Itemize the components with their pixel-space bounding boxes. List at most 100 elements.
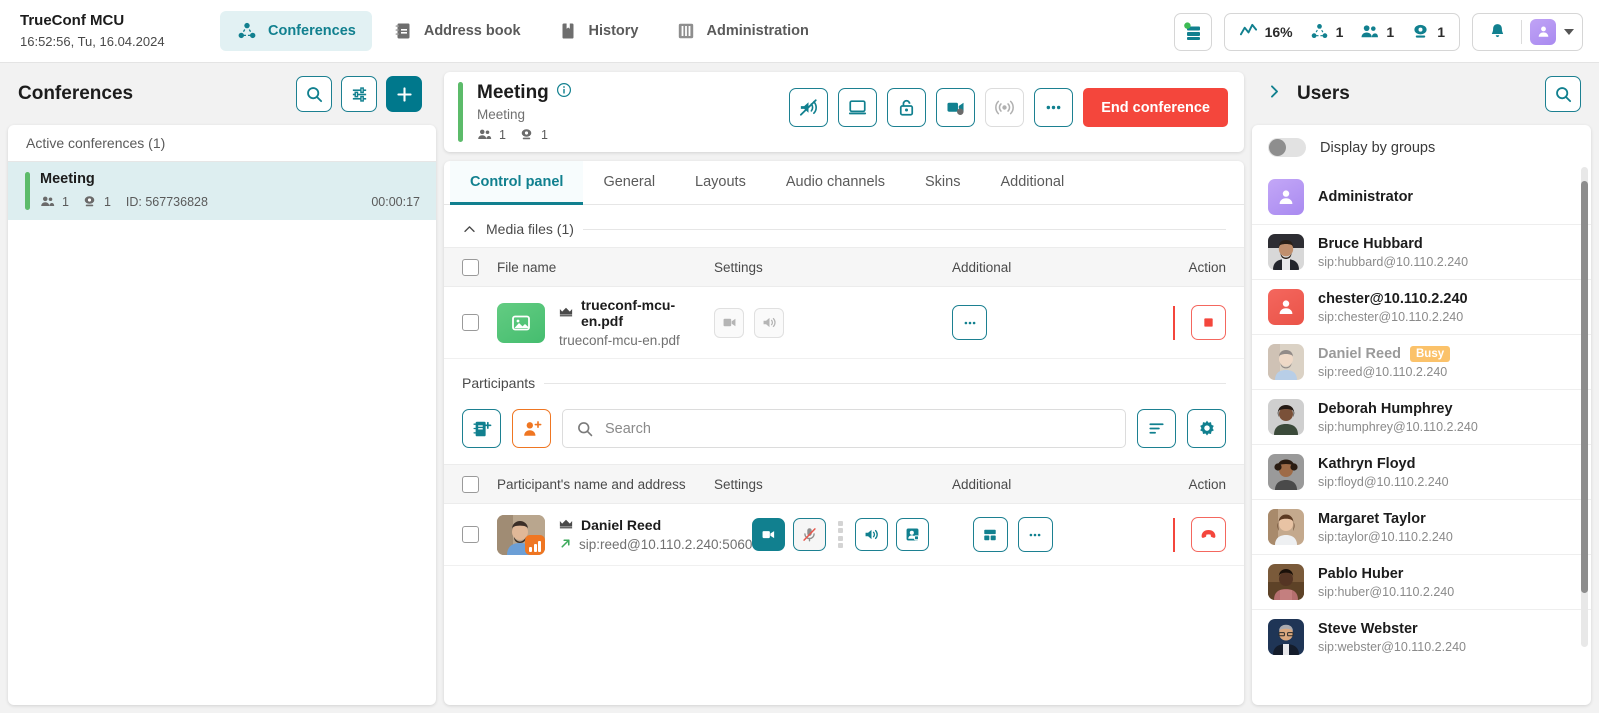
participant-hangup-button[interactable] [1190,517,1226,552]
active-conferences-list: Active conferences (1) Meeting 1 1 ID: 5… [8,125,436,705]
drag-handle[interactable] [838,520,844,549]
media-select-all-checkbox[interactable] [462,258,479,276]
participant-row[interactable]: Daniel Reed sip:reed@10.110.2.240:5060 [444,504,1244,566]
participants-settings-button[interactable] [1187,409,1226,448]
stat-video[interactable]: 1 [1411,22,1445,41]
divider [544,382,1226,384]
participant-row-checkbox[interactable] [462,526,479,543]
user-name: Steve Webster [1318,620,1418,637]
list-item[interactable]: Daniel Reed Busy sip:reed@10.110.2.240 [1252,334,1591,389]
media-file-name: trueconf-mcu-en.pdf [581,297,676,329]
users-scrollbar[interactable] [1581,167,1588,647]
participants-section-header: Participants [444,359,1244,401]
tab-general[interactable]: General [583,161,675,205]
media-file-row[interactable]: trueconf-mcu-en.pdf trueconf-mcu-en.pdf [444,287,1244,359]
info-icon[interactable] [556,82,572,104]
tab-audio-channels[interactable]: Audio channels [766,161,905,205]
collapse-panel-icon[interactable] [1266,83,1283,105]
participant-address: sip:reed@10.110.2.240:5060 [579,537,753,552]
lock-icon[interactable] [887,88,927,127]
tab-skins[interactable]: Skins [905,161,980,205]
participants-col-action: Action [1188,476,1226,492]
conferences-search-button[interactable] [296,76,332,112]
media-files-section-header[interactable]: Media files (1) [444,205,1244,247]
sort-participants-button[interactable] [1137,409,1176,448]
tab-additional[interactable]: Additional [980,161,1084,205]
display-by-groups-row[interactable]: Display by groups [1252,125,1591,170]
conference-item-name: Meeting [40,171,95,187]
media-action-cell [1152,305,1226,340]
more-icon[interactable] [1034,88,1074,127]
participant-video-icon[interactable] [752,518,786,551]
media-col-additional: Additional [952,259,1012,275]
list-item[interactable]: Bruce Hubbard sip:hubbard@10.110.2.240 [1252,224,1591,279]
nav-item-history[interactable]: History [541,11,655,51]
media-row-checkbox[interactable] [462,314,479,331]
media-audio-toggle-icon[interactable] [754,307,784,338]
end-conference-button[interactable]: End conference [1083,88,1228,127]
nav-item-address-book[interactable]: Address book [376,11,537,51]
nav-item-administration[interactable]: Administration [659,11,825,51]
broadcast-icon[interactable] [985,88,1025,127]
stats-pill: 16% 1 1 1 [1223,12,1460,51]
participants-title: Participants [462,375,536,391]
list-item[interactable]: Kathryn Floyd sip:floyd@10.110.2.240 [1252,444,1591,499]
participant-layout-icon[interactable] [972,517,1008,552]
user-sip: sip:reed@10.110.2.240 [1318,364,1448,379]
divider [1172,517,1175,552]
conferences-filter-button[interactable] [341,76,377,112]
list-item[interactable]: Margaret Taylor sip:taylor@10.110.2.240 [1252,499,1591,554]
avatar[interactable] [1530,18,1556,45]
server-status-button[interactable] [1173,12,1212,51]
list-item[interactable]: Steve Webster sip:webster@10.110.2.240 [1252,609,1591,664]
nav-item-conferences[interactable]: Conferences [220,11,372,51]
participants-select-all-checkbox[interactable] [462,475,479,493]
list-item[interactable]: Pablo Huber sip:huber@10.110.2.240 [1252,554,1591,609]
conference-header-meta: 1 1 [477,127,572,142]
participant-avatar [497,514,545,555]
mute-all-icon[interactable] [789,88,829,127]
media-more-icon[interactable] [952,305,987,340]
participant-action-cell [1158,517,1226,552]
notifications-bell-icon[interactable] [1481,16,1513,48]
participants-search-input[interactable] [605,420,1112,437]
create-conference-button[interactable] [386,76,422,112]
conference-icon [236,20,258,42]
participant-name-row: Daniel Reed [559,517,752,533]
stat-conferences-value: 1 [1335,23,1344,40]
users-scrollbar-thumb[interactable] [1581,181,1588,593]
users-search-button[interactable] [1545,76,1581,112]
tab-layouts[interactable]: Layouts [675,161,766,205]
users-panel-header: Users [1252,72,1591,116]
participants-search[interactable] [562,409,1126,448]
participant-profile-icon[interactable] [896,518,930,551]
stat-participants-value: 1 [1386,23,1395,40]
tab-control-panel[interactable]: Control panel [450,161,584,205]
list-item[interactable]: chester@10.110.2.240 sip:chester@10.110.… [1252,279,1591,334]
list-item[interactable]: Administrator [1252,170,1591,224]
stat-cpu[interactable]: 16% [1239,22,1293,41]
display-by-groups-toggle[interactable] [1268,138,1306,157]
participants-icon [41,196,55,206]
chevron-down-icon[interactable] [1564,28,1574,35]
participant-speaker-icon[interactable] [855,518,889,551]
invite-participant-button[interactable] [512,409,551,448]
participants-table-header: Participant's name and address Settings … [444,464,1244,504]
media-video-toggle-icon[interactable] [714,307,744,338]
top-bar: TrueConf MCU 16:52:56, Tu, 16.04.2024 Co… [0,0,1599,63]
record-icon[interactable] [936,88,976,127]
stat-participants[interactable]: 1 [1360,22,1394,41]
participant-mic-muted-icon[interactable] [793,518,827,551]
user-sip: sip:taylor@10.110.2.240 [1318,529,1453,544]
screen-share-icon[interactable] [838,88,878,127]
media-col-action: Action [1188,259,1226,275]
stat-conferences[interactable]: 1 [1310,22,1344,41]
conference-list-item[interactable]: Meeting 1 1 ID: 567736828 00:00:17 [8,162,436,220]
address-book-icon [392,20,414,42]
workspace: Conferences Active conferences (1) Meeti… [0,63,1599,713]
list-item[interactable]: Deborah Humphrey sip:humphrey@10.110.2.2… [1252,389,1591,444]
add-from-address-book-button[interactable] [462,409,501,448]
media-stop-button[interactable] [1191,305,1226,340]
participant-texts: Daniel Reed sip:reed@10.110.2.240:5060 [559,517,752,553]
participant-more-icon[interactable] [1017,517,1053,552]
